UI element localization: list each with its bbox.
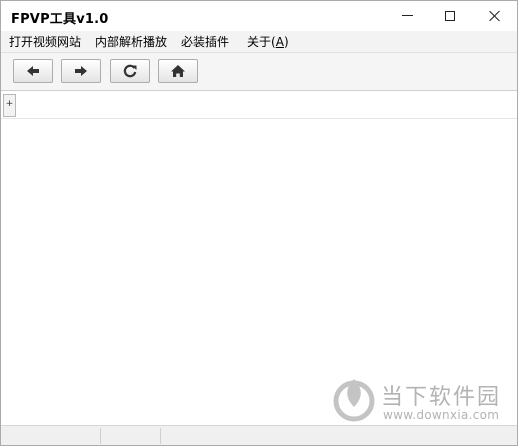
- arrow-left-icon: [27, 66, 39, 76]
- new-tab-button[interactable]: +: [3, 94, 16, 117]
- forward-button[interactable]: [61, 59, 101, 83]
- tab-strip: +: [1, 91, 517, 119]
- refresh-button[interactable]: [110, 59, 150, 83]
- status-segment: [101, 428, 161, 444]
- menu-bar: 打开视频网站 内部解析播放 必装插件 关于(A): [1, 31, 517, 53]
- title-bar[interactable]: FPVP工具v1.0: [1, 1, 517, 31]
- maximize-icon: [445, 10, 455, 21]
- menu-required-plugins[interactable]: 必装插件: [175, 32, 235, 52]
- watermark-name: 当下软件园: [381, 385, 502, 410]
- maximize-button[interactable]: [427, 1, 473, 30]
- minimize-icon: [401, 15, 413, 16]
- home-button[interactable]: [158, 59, 198, 83]
- menu-open-video-site[interactable]: 打开视频网站: [3, 32, 87, 52]
- refresh-icon: [123, 64, 137, 78]
- status-segment: [1, 428, 101, 444]
- arrow-right-icon: [75, 66, 87, 76]
- menu-about[interactable]: 关于(A): [241, 32, 295, 52]
- menu-about-label-end: ): [283, 34, 289, 49]
- watermark: 当下软件园 www.downxia.com: [331, 373, 501, 425]
- menu-about-label: 关于(: [247, 34, 276, 49]
- watermark-logo-icon: [333, 379, 375, 422]
- menu-internal-parse-play[interactable]: 内部解析播放: [89, 32, 173, 52]
- window-title: FPVP工具v1.0: [11, 12, 109, 27]
- menu-about-mnemonic: A: [275, 34, 284, 49]
- home-icon: [171, 65, 185, 77]
- toolbar: [1, 53, 517, 91]
- minimize-button[interactable]: [384, 1, 430, 30]
- back-button[interactable]: [13, 59, 53, 83]
- watermark-url: www.downxia.com: [383, 408, 500, 422]
- status-bar: [1, 425, 517, 445]
- close-button[interactable]: [472, 1, 518, 30]
- app-window: FPVP工具v1.0 打开视频网站 内部解析播放 必装插件 关于(A) + 当下…: [0, 0, 518, 446]
- close-icon: [489, 10, 501, 22]
